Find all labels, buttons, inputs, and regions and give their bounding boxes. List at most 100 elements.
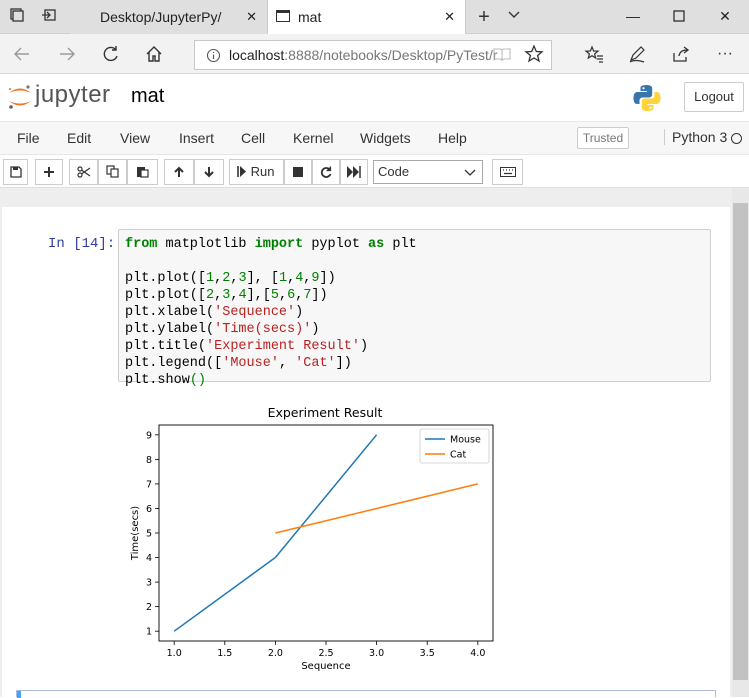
step-forward-icon: [237, 166, 246, 177]
chevron-down-icon: [464, 161, 476, 188]
y-tick-label: 8: [146, 455, 152, 466]
run-label: Run: [250, 164, 275, 179]
favorite-star-icon[interactable]: [522, 42, 546, 66]
kernel-status-icon: [731, 133, 742, 144]
y-axis-label: Time(secs): [130, 506, 141, 561]
y-tick-label: 4: [146, 553, 152, 564]
restart-run-all-button[interactable]: [340, 159, 368, 185]
x-tick-label: 2.0: [268, 648, 283, 659]
browser-tab-bar: Desktop/JupyterPy/ ✕ mat ✕ + — ✕: [0, 0, 749, 35]
command-palette-button[interactable]: [492, 159, 523, 185]
kernel-name: Python 3: [664, 129, 727, 145]
y-tick-label: 7: [146, 479, 152, 490]
share-icon[interactable]: [669, 42, 693, 66]
jupyter-header: jupyter mat Logout: [0, 75, 749, 121]
menu-file[interactable]: File: [17, 130, 40, 146]
cell-type-value: Code: [378, 164, 410, 179]
plus-icon: [44, 167, 54, 177]
tab-mat[interactable]: mat ✕: [267, 0, 466, 35]
url-input[interactable]: localhost:8888/notebooks/Desktop/PyTest/…: [194, 40, 552, 70]
reading-view-icon[interactable]: [493, 47, 511, 66]
legend-label: Cat: [450, 450, 466, 461]
move-up-button[interactable]: [164, 159, 194, 185]
repeat-icon: [320, 166, 332, 178]
restart-button[interactable]: [312, 159, 340, 185]
url-path: :8888/notebooks/Desktop/PyTest/r: [284, 47, 498, 63]
x-tick-label: 3.0: [369, 648, 384, 659]
tab-list-icon[interactable]: [7, 7, 27, 27]
move-down-button[interactable]: [194, 159, 224, 185]
refresh-icon[interactable]: [99, 42, 123, 66]
trusted-indicator[interactable]: Trusted: [577, 127, 629, 149]
scrollbar-thumb[interactable]: [733, 203, 748, 680]
menu-view[interactable]: View: [120, 130, 150, 146]
y-tick-label: 5: [146, 529, 152, 540]
new-tab-icon[interactable]: +: [474, 7, 494, 27]
jupyter-logo-icon[interactable]: [6, 83, 34, 111]
menu-widgets[interactable]: Widgets: [360, 130, 411, 146]
maximize-icon[interactable]: [656, 0, 702, 34]
menu-edit[interactable]: Edit: [67, 130, 91, 146]
forward-arrow-icon[interactable]: [55, 42, 79, 66]
notebook-name[interactable]: mat: [131, 85, 164, 108]
paste-icon: [137, 167, 149, 178]
notebook-toolbar: Run Code: [0, 155, 749, 188]
insert-cell-button[interactable]: [35, 159, 63, 185]
x-tick-label: 4.0: [470, 648, 485, 659]
close-icon[interactable]: ✕: [444, 0, 455, 34]
menu-help[interactable]: Help: [438, 130, 467, 146]
series-line-cat: [275, 483, 478, 534]
legend-label: Mouse: [450, 435, 481, 446]
copy-icon: [106, 165, 119, 178]
legend: Mouse Cat: [419, 428, 490, 464]
run-button[interactable]: Run: [229, 159, 284, 185]
arrow-down-icon: [204, 167, 214, 178]
page-icon: [276, 10, 290, 22]
cell-type-select[interactable]: Code: [373, 160, 483, 184]
info-icon[interactable]: [206, 48, 221, 66]
back-arrow-icon[interactable]: [10, 42, 34, 66]
x-tick-label: 1.0: [167, 648, 182, 659]
cut-button[interactable]: [69, 159, 98, 185]
code-text[interactable]: from matplotlib import pyplot as plt plt…: [125, 236, 417, 389]
favorites-hub-icon[interactable]: [582, 42, 606, 66]
logout-button[interactable]: Logout: [684, 82, 744, 112]
address-bar: localhost:8888/notebooks/Desktop/PyTest/…: [0, 34, 749, 74]
minimize-icon[interactable]: —: [610, 0, 656, 34]
home-icon[interactable]: [142, 42, 166, 66]
tab-label: Desktop/JupyterPy/: [100, 9, 222, 25]
fast-forward-icon: [347, 166, 361, 178]
y-tick-label: 1: [146, 627, 152, 638]
stop-icon: [293, 167, 303, 177]
code-editor[interactable]: from matplotlib import pyplot as plt plt…: [118, 229, 711, 388]
close-window-icon[interactable]: ✕: [702, 0, 748, 34]
more-icon[interactable]: ···: [713, 42, 737, 66]
y-tick-label: 2: [146, 602, 152, 613]
set-aside-tabs-icon[interactable]: [39, 7, 59, 27]
save-icon: [9, 166, 22, 178]
chart-title: Experiment Result: [268, 405, 383, 420]
jupyter-logo-text[interactable]: jupyter: [35, 81, 111, 109]
paste-button[interactable]: [127, 159, 158, 185]
menubar: File Edit View Insert Cell Kernel Widget…: [0, 121, 749, 155]
x-axis-label: Sequence: [301, 661, 350, 672]
menu-insert[interactable]: Insert: [179, 130, 214, 146]
menu-kernel[interactable]: Kernel: [293, 130, 333, 146]
tab-label: mat: [298, 9, 322, 25]
chevron-down-icon[interactable]: [504, 7, 524, 27]
tab-desktop-jupyterpy[interactable]: Desktop/JupyterPy/ ✕: [70, 0, 267, 34]
cell-prompt: In [14]:: [48, 236, 116, 252]
y-tick-label: 3: [146, 578, 152, 589]
x-tick-label: 2.5: [318, 648, 333, 659]
url-host: localhost: [229, 47, 285, 63]
interrupt-button[interactable]: [284, 159, 312, 185]
y-tick-label: 9: [146, 430, 152, 441]
menu-cell[interactable]: Cell: [241, 130, 265, 146]
copy-button[interactable]: [98, 159, 127, 185]
x-tick-label: 3.5: [420, 648, 435, 659]
x-tick-label: 1.5: [217, 648, 232, 659]
pen-icon[interactable]: [625, 42, 649, 66]
next-cell[interactable]: [16, 690, 716, 698]
save-button[interactable]: [3, 159, 28, 185]
close-icon[interactable]: ✕: [246, 0, 257, 34]
